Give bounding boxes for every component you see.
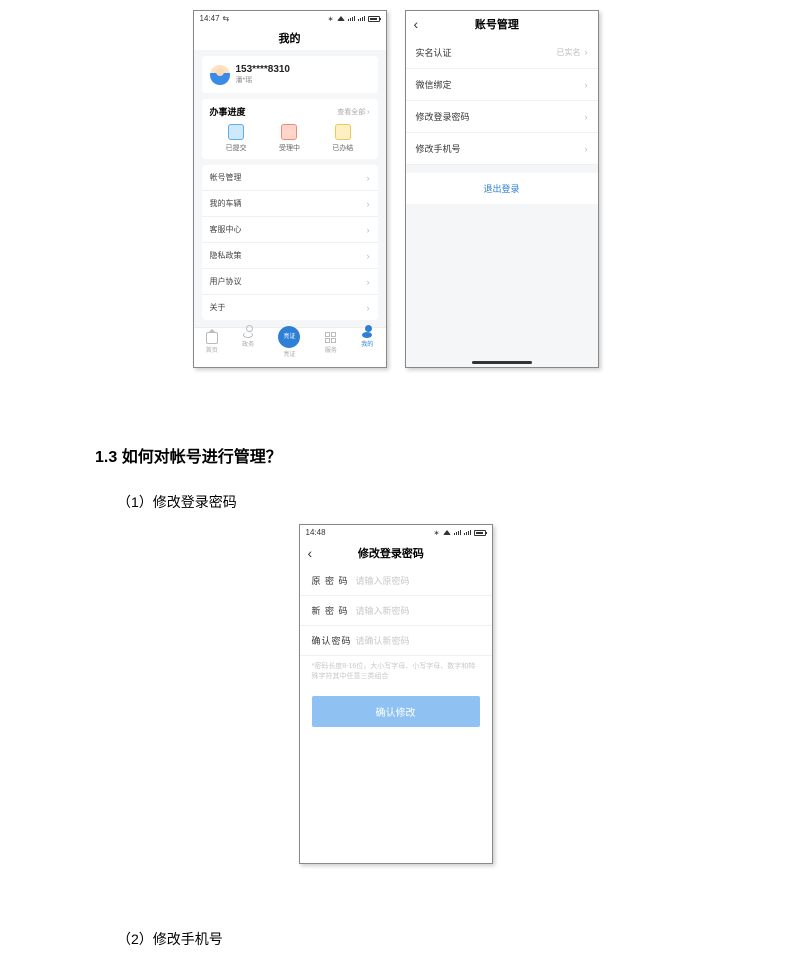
user-name: 潘*瑶	[236, 75, 291, 85]
cert-big-icon: 亮证	[278, 326, 300, 348]
battery-icon	[474, 530, 486, 536]
status-bar: 14:48 ∗	[300, 525, 492, 540]
menu-account[interactable]: 帐号管理›	[202, 165, 378, 191]
wifi-icon	[443, 530, 451, 535]
progress-processing[interactable]: 受理中	[279, 124, 300, 153]
menu-vehicles[interactable]: 我的车辆›	[202, 191, 378, 217]
bluetooth-icon: ∗	[434, 529, 440, 537]
step-2-text: （2）修改手机号	[117, 929, 696, 949]
step-1-text: （1）修改登录密码	[117, 492, 696, 512]
chevron-right-icon: ›	[367, 277, 370, 287]
grid-icon	[325, 332, 337, 344]
menu-about[interactable]: 关于›	[202, 295, 378, 320]
chevron-right-icon: ›	[585, 47, 588, 57]
bluetooth-icon: ∗	[328, 15, 334, 23]
tab-mine[interactable]: 我的	[361, 332, 373, 364]
menu-support[interactable]: 客服中心›	[202, 217, 378, 243]
status-time: 14:48	[306, 528, 326, 537]
tab-service[interactable]: 服务	[325, 332, 337, 364]
user-phone: 153****8310	[236, 64, 291, 75]
carrier-icon: ⇆	[223, 14, 230, 23]
field-confirm-password[interactable]: 确认密码 请确认新密码	[300, 626, 492, 656]
section-heading: 1.3 如何对帐号进行管理？	[95, 443, 696, 467]
screenshot-account-manage: ‹ 账号管理 实名认证 已实名› 微信绑定 › 修改登录密码 › 修改手机号	[405, 10, 599, 368]
label-confirm-password: 确认密码	[312, 634, 356, 647]
label-new-password: 新 密 码	[312, 604, 356, 617]
placeholder-old-password: 请输入原密码	[356, 574, 410, 587]
user-card[interactable]: 153****8310 潘*瑶	[202, 56, 378, 93]
progress-title: 办事进度	[210, 105, 246, 118]
progress-card: 办事进度 查看全部 › 已提交 受理中 已办结	[202, 99, 378, 159]
done-icon	[335, 124, 351, 140]
confirm-change-button[interactable]: 确认修改	[312, 696, 480, 727]
tab-gov[interactable]: 政务	[242, 332, 254, 364]
signal-icon-2	[358, 16, 365, 21]
tab-cert[interactable]: 亮证亮证	[278, 326, 300, 358]
placeholder-confirm-password: 请确认新密码	[356, 634, 410, 647]
page-title: 账号管理	[404, 16, 589, 32]
chevron-right-icon: ›	[367, 251, 370, 261]
page-title: 我的	[194, 26, 386, 50]
avatar-icon	[210, 65, 230, 85]
realname-value: 已实名	[557, 48, 581, 57]
processing-icon	[281, 124, 297, 140]
signal-icon	[348, 16, 355, 21]
tab-bar: 首页 政务 亮证亮证 服务 我的	[194, 327, 386, 367]
chevron-right-icon: ›	[367, 199, 370, 209]
submitted-icon	[228, 124, 244, 140]
field-old-password[interactable]: 原 密 码 请输入原密码	[300, 566, 492, 596]
item-realname[interactable]: 实名认证 已实名›	[406, 37, 598, 69]
chevron-right-icon: ›	[585, 80, 588, 90]
signal-icon	[454, 530, 461, 535]
chevron-right-icon: ›	[585, 144, 588, 154]
label-old-password: 原 密 码	[312, 574, 356, 587]
item-change-phone[interactable]: 修改手机号 ›	[406, 133, 598, 165]
user-icon	[362, 332, 372, 338]
progress-submitted[interactable]: 已提交	[226, 124, 247, 153]
tab-home[interactable]: 首页	[206, 332, 218, 364]
status-bar: 14:47 ⇆ ∗	[194, 11, 386, 26]
screenshot-change-password: 14:48 ∗ ‹ 修改登录密码 原 密 码 请输入原密码 新 密 码 请输	[299, 524, 493, 864]
logout-button[interactable]: 退出登录	[406, 173, 598, 204]
status-time: 14:47	[200, 14, 220, 23]
screenshot-my-page: 14:47 ⇆ ∗ 我的 153****8310 潘*瑶	[193, 10, 387, 368]
battery-icon	[368, 16, 380, 22]
chevron-right-icon: ›	[585, 112, 588, 122]
page-title: 修改登录密码	[298, 545, 483, 561]
password-hint: *密码长度8-16位，大小写字母、小写字母、数字和特殊字符其中任意三类组合	[300, 656, 492, 688]
home-indicator	[472, 361, 532, 364]
item-change-password[interactable]: 修改登录密码 ›	[406, 101, 598, 133]
placeholder-new-password: 请输入新密码	[356, 604, 410, 617]
menu-terms[interactable]: 用户协议›	[202, 269, 378, 295]
home-icon	[206, 332, 218, 344]
settings-list: 帐号管理› 我的车辆› 客服中心› 隐私政策› 用户协议› 关于›	[202, 165, 378, 320]
field-new-password[interactable]: 新 密 码 请输入新密码	[300, 596, 492, 626]
chevron-right-icon: ›	[367, 173, 370, 183]
header: ‹ 修改登录密码	[300, 540, 492, 566]
header: ‹ 账号管理	[406, 11, 598, 37]
progress-done[interactable]: 已办结	[332, 124, 353, 153]
item-wechat[interactable]: 微信绑定 ›	[406, 69, 598, 101]
wifi-icon	[337, 16, 345, 21]
chevron-right-icon: ›	[367, 303, 370, 313]
signal-icon-2	[464, 530, 471, 535]
menu-privacy[interactable]: 隐私政策›	[202, 243, 378, 269]
gov-icon	[243, 332, 253, 338]
progress-more-link[interactable]: 查看全部 ›	[337, 107, 369, 117]
account-list: 实名认证 已实名› 微信绑定 › 修改登录密码 › 修改手机号 ›	[406, 37, 598, 165]
chevron-right-icon: ›	[367, 225, 370, 235]
